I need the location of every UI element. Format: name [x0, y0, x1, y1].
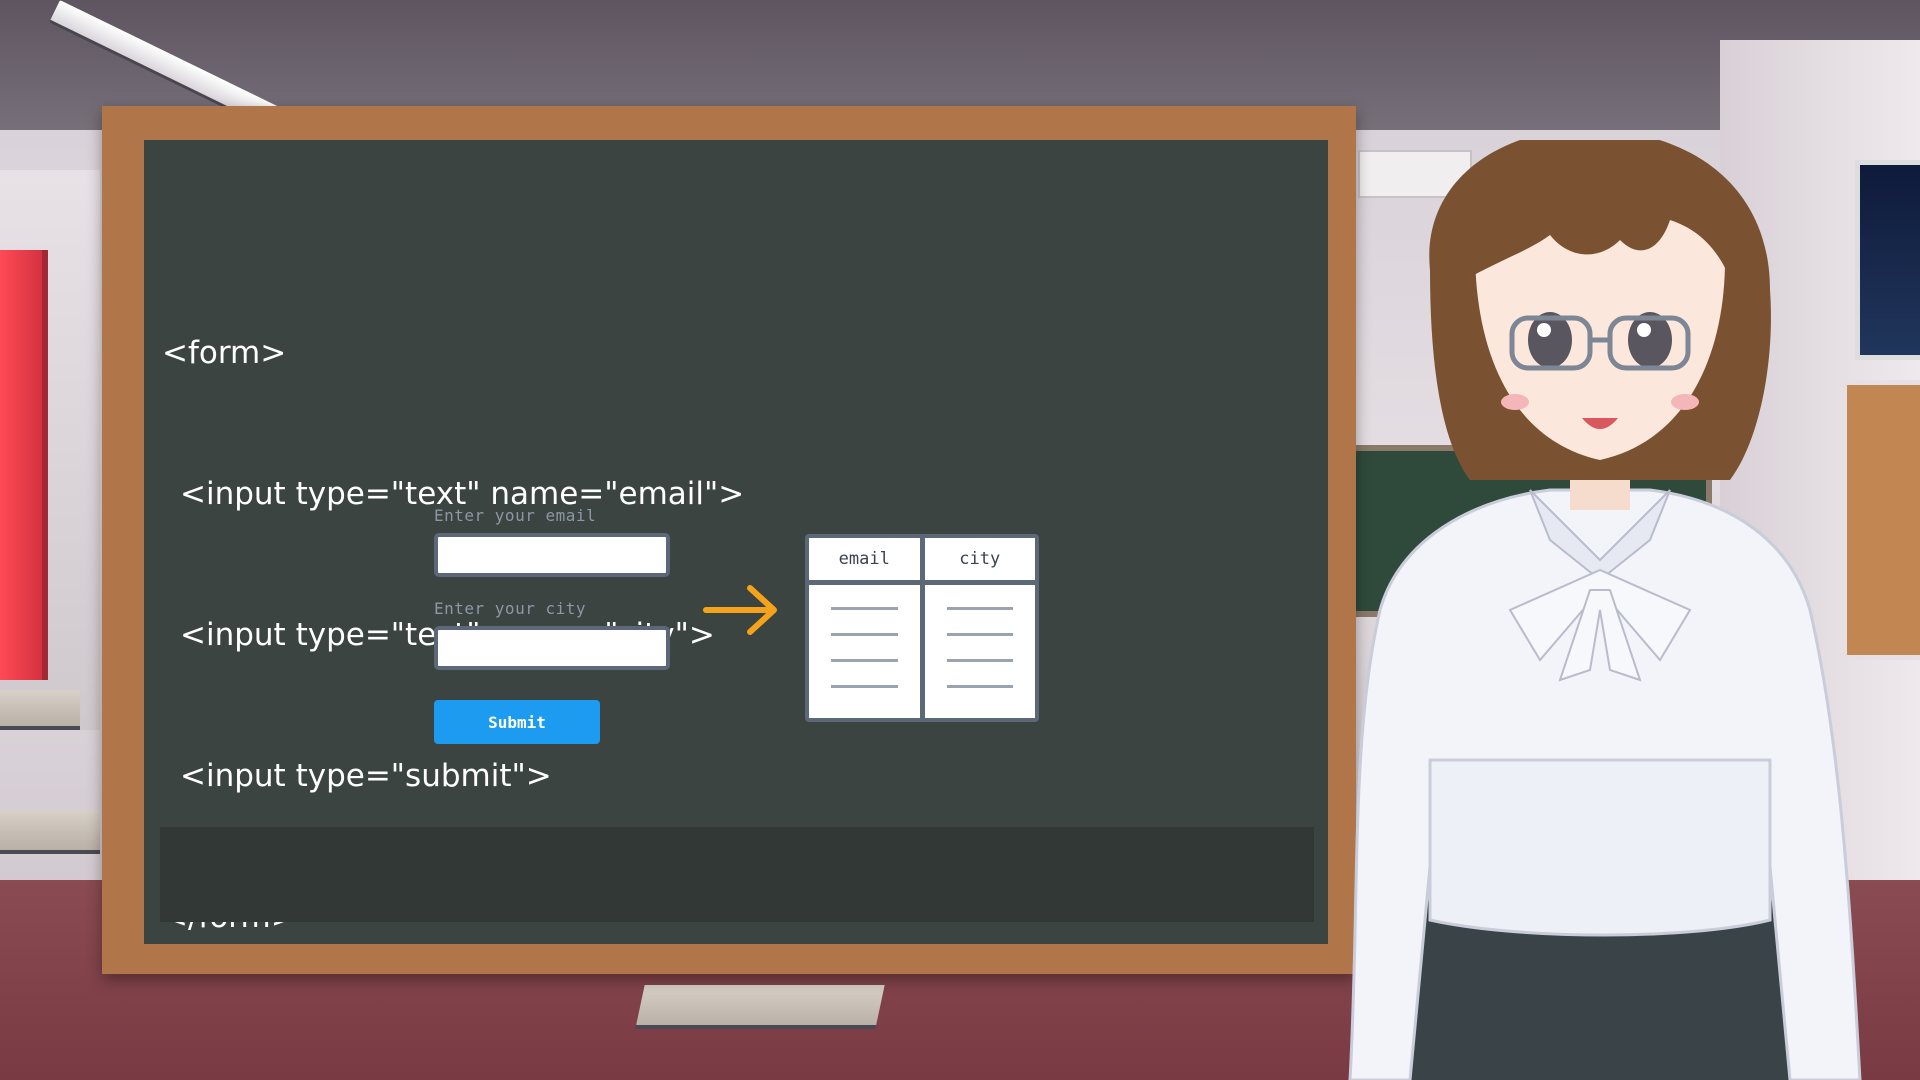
code-line: <input type="submit"> — [180, 758, 552, 794]
database-table-icon: email city — [805, 534, 1039, 722]
table-row — [946, 659, 1013, 662]
table-row — [946, 633, 1013, 636]
table-column-header: city — [919, 538, 1036, 580]
city-field[interactable] — [434, 626, 670, 670]
eye-highlight — [1637, 323, 1651, 337]
table-row — [831, 685, 898, 688]
eye-highlight — [1537, 323, 1551, 337]
table-row — [946, 607, 1013, 610]
student-desk — [0, 690, 80, 730]
email-field[interactable] — [434, 533, 670, 577]
submit-button[interactable]: Submit — [434, 700, 600, 744]
blush — [1501, 394, 1529, 410]
code-line: <form> — [162, 335, 287, 371]
table-header: email city — [809, 538, 1035, 585]
table-column-header: email — [838, 549, 890, 569]
chalkboard: <form> <input type="text" name="email"> … — [144, 140, 1328, 944]
caption-bar — [160, 827, 1314, 922]
left-window — [0, 250, 48, 680]
email-field-label: Enter your email — [434, 506, 597, 525]
teacher-avatar — [1348, 140, 1862, 1080]
table-body — [809, 585, 1035, 718]
table-row — [831, 607, 898, 610]
table-column — [809, 585, 920, 718]
blouse-body — [1428, 758, 1772, 937]
city-field-label: Enter your city — [434, 599, 586, 618]
student-desk — [0, 810, 100, 854]
table-row — [831, 659, 898, 662]
table-row — [946, 685, 1013, 688]
blush — [1671, 394, 1699, 410]
table-column — [919, 585, 1036, 718]
arrow-right-icon — [703, 585, 777, 635]
table-row — [831, 633, 898, 636]
